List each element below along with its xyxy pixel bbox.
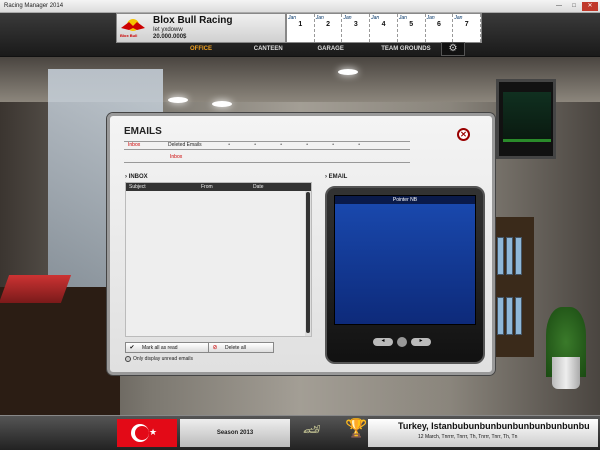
calendar-day[interactable]: Jan 7 — [453, 14, 482, 42]
close-icon: ✕ — [460, 130, 467, 139]
manager-name: Iet yxdoww — [153, 27, 183, 33]
gear-icon: ⚙ — [448, 43, 458, 54]
day-number: 6 — [437, 21, 441, 28]
tab-deleted[interactable]: Deleted Emails — [164, 142, 204, 149]
season-label: Season 2013 — [180, 419, 290, 447]
close-dialog-button[interactable]: ✕ — [457, 128, 470, 141]
device-title: Pointer NB — [335, 196, 475, 204]
delete-all-label: Delete all — [225, 344, 246, 351]
calendar-day[interactable]: Jan 6 — [426, 14, 454, 42]
day-label: Jan — [315, 15, 324, 21]
mark-all-read-label: Mark all as read — [142, 344, 178, 351]
inbox-columns: Subject From Date — [126, 183, 311, 191]
email-tabs: Inbox Deleted Emails • • • • • • — [124, 141, 410, 150]
team-name: Blox Bull Racing — [153, 15, 233, 26]
email-header-label: EMAIL — [328, 174, 348, 180]
calendar-day[interactable]: Jan 4 — [370, 14, 398, 42]
menu-office[interactable]: OFFICE — [176, 44, 240, 56]
menu-team-grounds[interactable]: TEAM GROUNDS — [367, 44, 431, 56]
day-label: Jan — [343, 15, 352, 21]
team-money: 20.000.000$ — [153, 34, 187, 40]
minimize-button[interactable]: — — [552, 2, 566, 11]
wall-monitor — [496, 79, 556, 159]
day-number: 5 — [409, 21, 414, 28]
calendar-day[interactable]: Jan 2 — [315, 14, 343, 42]
tab-inbox[interactable]: Inbox — [124, 142, 164, 149]
inbox-header: › INBOX — [125, 174, 148, 180]
top-bar: Blox Bull Blox Bull Racing Iet yxdoww 20… — [0, 13, 600, 57]
home-button[interactable] — [397, 337, 407, 347]
email-subtabs: Inbox — [124, 154, 410, 163]
prev-email-button[interactable]: ◂ — [373, 338, 393, 346]
calendar-strip[interactable]: Jan 1 Jan 2 Jan 3 Jan 4 Jan 5 Jan 6 Jan 7 — [286, 13, 482, 43]
menu-canteen[interactable]: CANTEEN — [240, 44, 304, 56]
race-schedule: 12 March, Tnrrrr, Tnrrr, Th, Tnrrr, Tnrr… — [418, 434, 518, 440]
next-race-info: Turkey, Istanbubunbunbunbunbunbunbunbu 1… — [368, 419, 598, 447]
dialog-title: EMAILS — [124, 126, 162, 137]
next-email-button[interactable]: ▸ — [411, 338, 431, 346]
scrollbar-thumb[interactable] — [306, 192, 310, 333]
col-from[interactable]: From — [198, 183, 250, 191]
col-date[interactable]: Date — [250, 183, 300, 191]
trophy-icon[interactable]: 🏆 — [345, 418, 367, 446]
arrow-left-icon: ◂ — [381, 338, 385, 344]
window-titlebar: Racing Manager 2014 — □ ✕ — [0, 0, 600, 13]
emails-dialog: EMAILS ✕ Inbox Deleted Emails • • • • • • Inb… — [107, 113, 495, 375]
email-header: › EMAIL — [325, 174, 348, 180]
day-label: Jan — [426, 15, 435, 21]
ceiling-light — [168, 97, 188, 103]
device-controls: ◂ ▸ — [373, 337, 431, 347]
inbox-header-label: INBOX — [128, 174, 148, 180]
day-number: 4 — [381, 21, 386, 28]
calendar-day[interactable]: Jan 1 — [287, 14, 315, 42]
calendar-day[interactable]: Jan 5 — [398, 14, 426, 42]
day-number: 3 — [353, 21, 358, 28]
settings-button[interactable]: ⚙ — [441, 42, 465, 56]
unread-only-label: Only display unread emails — [133, 356, 194, 362]
desk — [0, 287, 120, 417]
email-viewer-device: Pointer NB ◂ ▸ — [325, 186, 485, 364]
ceiling-light — [338, 69, 358, 75]
delete-all-button[interactable]: ⊘ Delete all — [208, 342, 274, 353]
race-car-icon[interactable]: 🏎 — [292, 421, 332, 441]
mark-all-read-button[interactable]: ✔ Mark all as read — [125, 342, 215, 353]
magazine — [0, 275, 72, 303]
delete-icon: ⊘ — [212, 344, 218, 351]
menu-garage[interactable]: GARAGE — [304, 44, 368, 56]
bookshelf — [494, 217, 534, 357]
close-window-button[interactable]: ✕ — [582, 2, 598, 11]
email-screen[interactable]: Pointer NB — [334, 195, 476, 325]
day-number: 1 — [298, 21, 303, 28]
logo-text: Blox Bull — [120, 33, 138, 38]
window-title: Racing Manager 2014 — [4, 3, 64, 9]
radio-icon[interactable] — [125, 356, 131, 362]
col-subject[interactable]: Subject — [126, 183, 198, 191]
turkey-flag-icon: ★ — [117, 419, 177, 447]
arrow-right-icon: ▸ — [419, 338, 423, 344]
day-label: Jan — [398, 15, 407, 21]
calendar-day[interactable]: Jan 3 — [342, 14, 371, 42]
unread-only-toggle[interactable]: Only display unread emails — [125, 356, 193, 362]
maximize-button[interactable]: □ — [567, 2, 581, 11]
subtab-inbox[interactable]: Inbox — [170, 154, 190, 162]
day-label: Jan — [288, 15, 297, 21]
checkmark-icon: ✔ — [129, 344, 135, 351]
day-label: Jan — [454, 15, 463, 21]
inbox-list[interactable]: Subject From Date — [125, 182, 312, 337]
day-number: 2 — [326, 21, 331, 28]
ceiling-light — [212, 101, 232, 107]
day-number: 7 — [464, 21, 469, 28]
bottom-bar: ★ Season 2013 🏎 🏆 Turkey, Istanbubunbunb… — [0, 415, 600, 450]
main-menu: OFFICE CANTEEN GARAGE TEAM GROUNDS — [176, 44, 431, 56]
team-info: Blox Bull Blox Bull Racing Iet yxdoww 20… — [116, 13, 286, 43]
race-name: Turkey, Istanbubunbunbunbunbunbunbunbu — [398, 421, 590, 431]
plant-pot — [552, 357, 580, 389]
day-label: Jan — [371, 15, 380, 21]
